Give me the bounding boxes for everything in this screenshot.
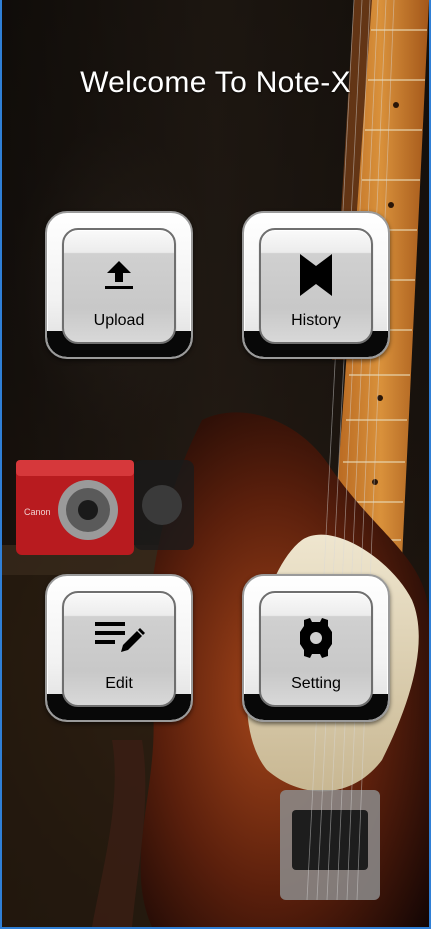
setting-button[interactable]: Setting xyxy=(242,574,390,722)
camera-photo: Canon xyxy=(16,460,194,555)
bookmark-icon xyxy=(261,248,371,302)
history-label: History xyxy=(291,312,341,329)
page-title: Welcome To Note-X xyxy=(80,66,351,99)
home-screen: Canon Welcome To Note-X Upload History E… xyxy=(0,0,431,929)
guitar-background-image: Canon xyxy=(2,0,429,927)
upload-label: Upload xyxy=(93,312,145,329)
tile-face: Upload xyxy=(62,228,176,344)
tile-face: Setting xyxy=(259,591,373,707)
upload-button[interactable]: Upload xyxy=(45,211,193,359)
upload-icon xyxy=(64,248,174,302)
settings-icon xyxy=(261,611,371,665)
camera-brand-text: Canon xyxy=(24,507,51,517)
edit-label: Edit xyxy=(105,675,133,692)
setting-label: Setting xyxy=(291,675,341,692)
history-button[interactable]: History xyxy=(242,211,390,359)
background-photo: Canon xyxy=(2,0,429,927)
edit-button[interactable]: Edit xyxy=(45,574,193,722)
tile-face: Edit xyxy=(62,591,176,707)
edit-notes-icon xyxy=(64,611,174,665)
tile-face: History xyxy=(259,228,373,344)
